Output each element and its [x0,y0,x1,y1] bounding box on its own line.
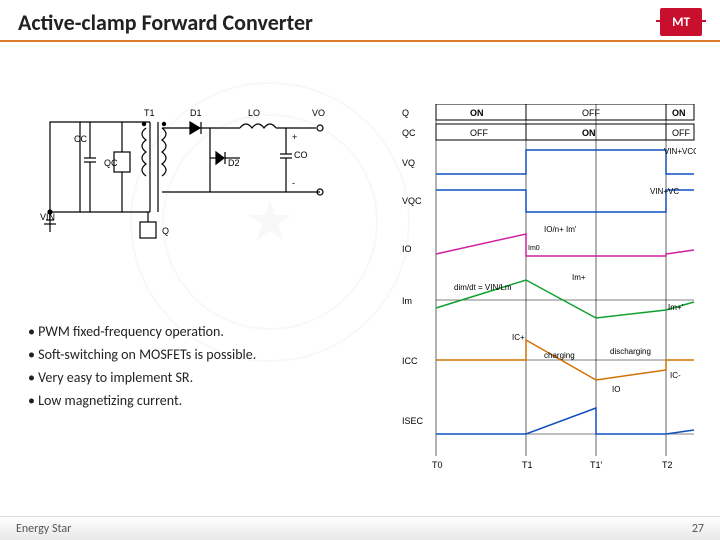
svg-text:Im0: Im0 [528,245,540,252]
bullet-item: Soft-switching on MOSFETs is possible. [28,346,256,363]
svg-text:T1: T1 [522,460,533,470]
circuit-schematic: VIN CC QC T1 D1 D2 LO VO CO Q + - [40,92,350,252]
timing-diagram: Q ON OFF ON QC OFF ON OFF VQ VIN+VCC [396,104,696,474]
svg-text:ICC: ICC [402,356,418,366]
svg-text:charging: charging [544,351,575,360]
svg-text:ON: ON [672,108,686,118]
svg-text:VIN+VCC: VIN+VCC [664,147,696,156]
svg-text:T2: T2 [662,460,673,470]
svg-text:IO/n+ Im': IO/n+ Im' [544,225,577,234]
label-vo: VO [312,108,325,118]
svg-text:T1': T1' [590,460,603,470]
label-cc-left: CC [74,134,87,144]
brand-logo: MT [660,8,702,36]
svg-text:VQ: VQ [402,158,415,168]
svg-text:discharging: discharging [610,347,651,356]
bullet-item: PWM fixed-frequency operation. [28,323,256,340]
footer-left: Energy Star [16,522,71,536]
svg-text:dim/dt = VIN/Lm: dim/dt = VIN/Lm [454,283,512,292]
svg-text:IO: IO [402,244,412,254]
label-t1: T1 [144,108,155,118]
label-qc: QC [104,158,118,168]
svg-text:VQC: VQC [402,196,422,206]
label-d2: D2 [228,158,240,168]
label-co: CO [294,150,308,160]
svg-text:QC: QC [402,128,416,138]
label-q: Q [162,226,169,236]
svg-text:IO: IO [612,385,620,394]
svg-text:IC+: IC+ [512,333,525,342]
svg-text:Im+: Im+ [572,273,586,282]
svg-text:ON: ON [582,128,596,138]
svg-text:Im: Im [402,296,412,306]
bullet-item: Low magnetizing current. [28,392,256,409]
label-d1: D1 [190,108,202,118]
svg-text:Im+': Im+' [668,303,684,312]
svg-text:Q: Q [402,108,409,118]
brand-logo-text: MT [672,15,690,30]
bullet-list: PWM fixed-frequency operation. Soft-swit… [28,317,256,415]
svg-text:OFF: OFF [470,128,488,138]
page-title: Active-clamp Forward Converter [18,9,313,36]
svg-text:IC-: IC- [670,371,681,380]
svg-text:ON: ON [470,108,484,118]
bullet-item: Very easy to implement SR. [28,369,256,386]
svg-text:OFF: OFF [582,108,600,118]
svg-text:ISEC: ISEC [402,416,424,426]
svg-text:OFF: OFF [672,128,690,138]
label-vin: VIN [40,212,55,222]
svg-text:VIN+VC: VIN+VC [650,187,679,196]
label-lo: LO [248,108,260,118]
label-plus: + [292,132,297,142]
page-number: 27 [692,522,704,536]
label-minus: - [292,178,295,188]
svg-text:T0: T0 [432,460,443,470]
